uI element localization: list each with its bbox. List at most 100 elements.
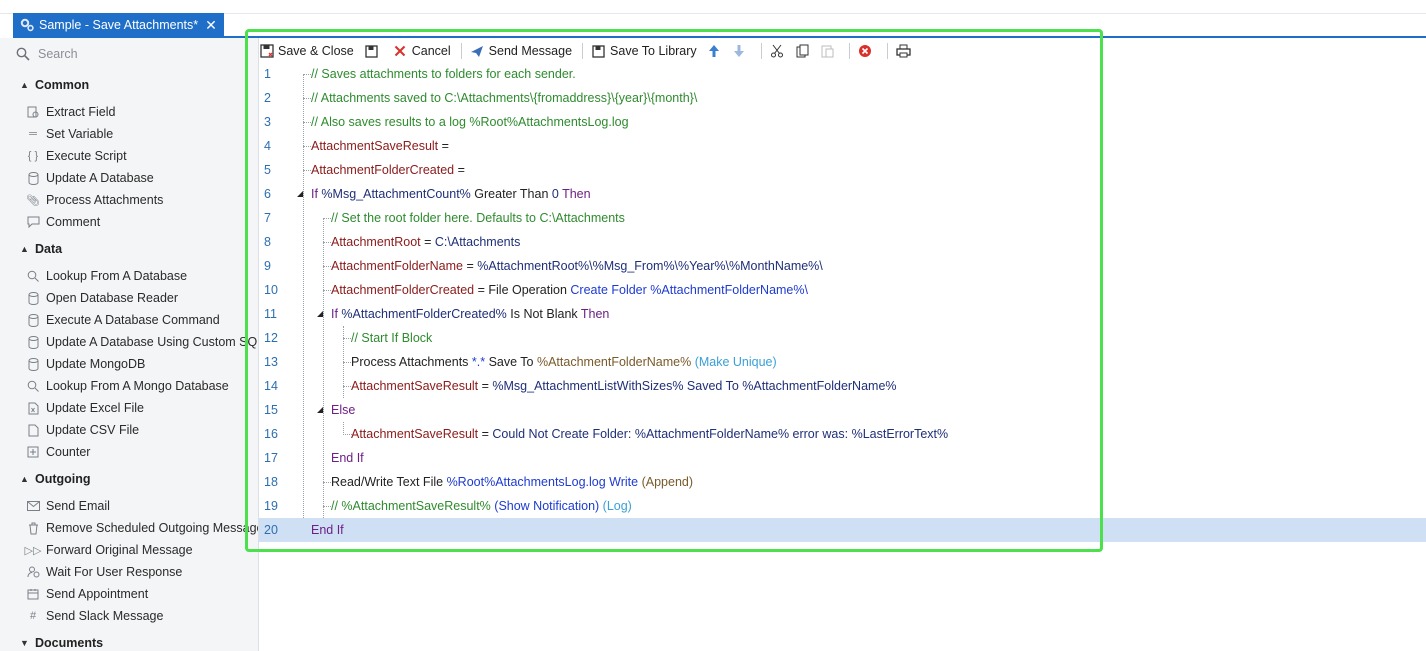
gears-icon [19, 17, 35, 33]
line-number: 1 [264, 67, 271, 81]
code-line[interactable]: 12 // Start If Block [259, 326, 1426, 350]
expand-triangle-icon: ▼ [20, 638, 29, 648]
line-number: 18 [264, 475, 278, 489]
braces-icon: { } [27, 150, 39, 162]
code-line[interactable]: 15 ◢ Else [259, 398, 1426, 422]
palette-item-counter[interactable]: Counter [26, 445, 90, 459]
comment-text: // Also saves results to a log %Root%Att… [311, 115, 629, 129]
collapse-toggle-icon[interactable]: ◢ [297, 189, 303, 198]
search-input[interactable]: Search [38, 47, 78, 61]
code-line[interactable]: 4 AttachmentSaveResult = [259, 134, 1426, 158]
x-icon [393, 44, 408, 59]
send-message-button[interactable]: Send Message [470, 44, 572, 59]
section-documents[interactable]: ▼ Documents [20, 636, 103, 650]
palette-item-remove-scheduled[interactable]: Remove Scheduled Outgoing Message [26, 521, 258, 535]
copy-button[interactable] [795, 44, 814, 59]
comment-icon [26, 215, 40, 229]
toolbar-separator [582, 43, 584, 59]
code-line[interactable]: 9 AttachmentFolderName = %AttachmentRoot%… [259, 254, 1426, 278]
file-icon [26, 423, 40, 437]
code-line[interactable]: 3 // Also saves results to a log %Root%At… [259, 110, 1426, 134]
palette-item-extract-field[interactable]: Extract Field [26, 105, 115, 119]
palette-item-lookup-mongo[interactable]: Lookup From A Mongo Database [26, 379, 229, 393]
line-number: 5 [264, 163, 271, 177]
search-box[interactable]: Search [16, 45, 78, 63]
palette-item-execute-script[interactable]: { } Execute Script [26, 149, 127, 163]
palette-item-update-database-custom-sql[interactable]: Update A Database Using Custom SQL [26, 335, 258, 349]
line-number: 8 [264, 235, 271, 249]
variable-name: AttachmentSaveResult [311, 139, 439, 153]
comment-text: // Start If Block [351, 331, 433, 345]
slack-icon: # [29, 610, 37, 622]
delete-button[interactable] [858, 44, 877, 59]
code-line[interactable]: 19// %AttachmentSaveResult% (Show Notifi… [259, 494, 1426, 518]
save-close-button[interactable]: Save & Close [259, 44, 354, 59]
save-button[interactable] [364, 44, 383, 59]
line-number: 19 [264, 499, 278, 513]
move-down-button[interactable] [732, 44, 751, 59]
code-line[interactable]: 7 // Set the root folder here. Defaults t… [259, 206, 1426, 230]
line-number: 10 [264, 283, 278, 297]
calendar-icon [26, 587, 40, 601]
document-tab[interactable]: Sample - Save Attachments* ✕ [13, 13, 224, 37]
palette-item-execute-database-command[interactable]: Execute A Database Command [26, 313, 220, 327]
palette-item-open-database-reader[interactable]: Open Database Reader [26, 291, 178, 305]
palette-item-lookup-database[interactable]: Lookup From A Database [26, 269, 187, 283]
code-line[interactable]: 17 End If [259, 446, 1426, 470]
palette-item-process-attachments[interactable]: 📎︎ Process Attachments [26, 193, 163, 207]
palette-item-send-appointment[interactable]: Send Appointment [26, 587, 148, 601]
code-line[interactable]: 8 AttachmentRoot = C:\Attachments [259, 230, 1426, 254]
palette-item-set-variable[interactable]: ═ Set Variable [26, 127, 113, 141]
code-line[interactable]: 6 ◢ If %Msg_AttachmentCount% Greater Than … [259, 182, 1426, 206]
code-line[interactable]: 1 // Saves attachments to folders for eac… [259, 62, 1426, 86]
paste-button[interactable] [820, 44, 839, 59]
paste-icon [820, 44, 835, 59]
palette-item-wait-response[interactable]: Wait For User Response [26, 565, 182, 579]
palette-item-update-database[interactable]: Update A Database [26, 171, 154, 185]
variable-name: AttachmentFolderCreated [311, 163, 455, 177]
top-strip [0, 0, 1426, 14]
palette-item-forward-original[interactable]: ▷▷ Forward Original Message [25, 543, 193, 557]
code-line[interactable]: 10 AttachmentFolderCreated = File Operati… [259, 278, 1426, 302]
palette-item-send-slack[interactable]: # Send Slack Message [26, 609, 164, 623]
copy-icon [795, 44, 810, 59]
collapse-toggle-icon[interactable]: ◢ [317, 405, 323, 414]
line-number: 13 [264, 355, 278, 369]
line-number: 16 [264, 427, 278, 441]
close-tab-icon[interactable]: ✕ [204, 17, 218, 34]
move-up-button[interactable] [707, 44, 726, 59]
user-wait-icon [26, 565, 40, 579]
send-icon [470, 44, 485, 59]
section-data[interactable]: ▲ Data [20, 242, 62, 256]
code-line[interactable]: 18 Read/Write Text File %Root%Attachments… [259, 470, 1426, 494]
line-number: 12 [264, 331, 278, 345]
code-line[interactable]: 11 ◢ If %AttachmentFolderCreated% Is Not B… [259, 302, 1426, 326]
palette-item-update-csv[interactable]: Update CSV File [26, 423, 139, 437]
cut-button[interactable] [770, 44, 789, 59]
database-icon [26, 171, 40, 185]
code-line[interactable]: 16 AttachmentSaveResult = Could Not Creat… [259, 422, 1426, 446]
section-common[interactable]: ▲ Common [20, 78, 89, 92]
cancel-button[interactable]: Cancel [393, 44, 451, 59]
code-line[interactable]: 5 AttachmentFolderCreated = [259, 158, 1426, 182]
delete-circle-icon [858, 44, 873, 59]
section-outgoing[interactable]: ▲ Outgoing [20, 472, 91, 486]
palette-item-update-mongodb[interactable]: Update MongoDB [26, 357, 145, 371]
save-library-icon [591, 44, 606, 59]
code-line-selected[interactable]: 20 End If [259, 518, 1426, 542]
toolbar-separator [760, 43, 762, 59]
print-button[interactable] [896, 44, 915, 59]
toolbar-separator [848, 43, 850, 59]
comment-text: // Saves attachments to folders for each… [311, 67, 576, 81]
save-to-library-button[interactable]: Save To Library [591, 44, 697, 59]
palette-item-send-email[interactable]: Send Email [26, 499, 110, 513]
line-number: 9 [264, 259, 271, 273]
code-line[interactable]: 2 // Attachments saved to C:\Attachments\… [259, 86, 1426, 110]
toolbar-separator [886, 43, 888, 59]
code-line[interactable]: 14 AttachmentSaveResult = %Msg_Attachment… [259, 374, 1426, 398]
palette-item-update-excel[interactable]: Update Excel File [26, 401, 144, 415]
code-line[interactable]: 13 Process Attachments *.* Save To %Attac… [259, 350, 1426, 374]
palette-item-comment[interactable]: Comment [26, 215, 100, 229]
collapse-toggle-icon[interactable]: ◢ [317, 309, 323, 318]
trash-icon [26, 521, 40, 535]
